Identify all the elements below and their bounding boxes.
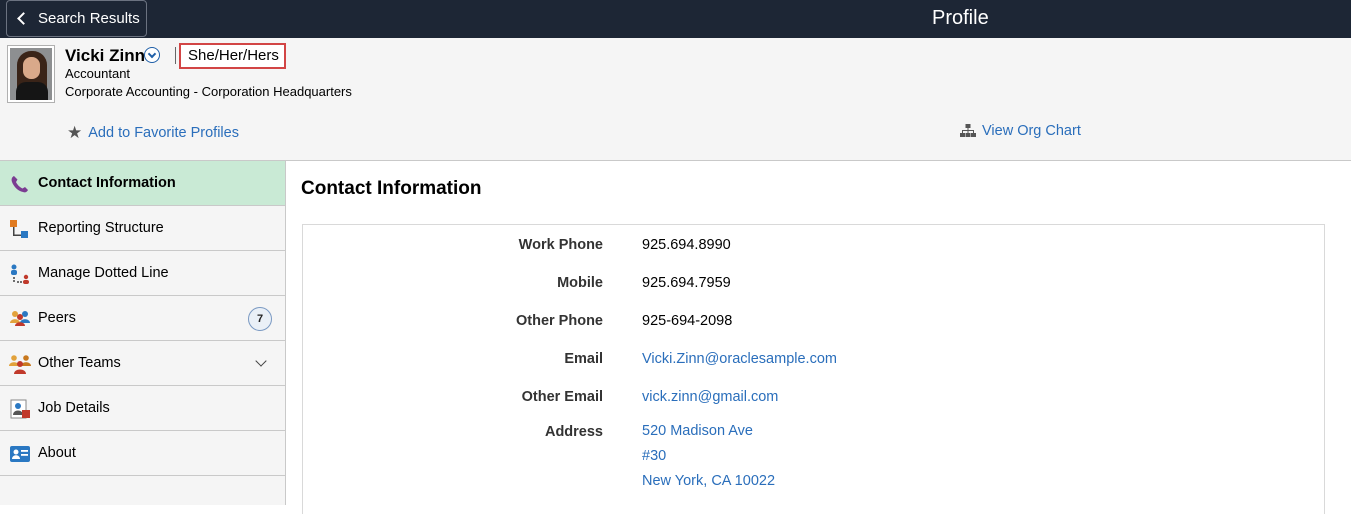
other-phone-value: 925-694-2098 xyxy=(642,313,733,329)
pronouns-label: She/Her/Hers xyxy=(179,43,286,69)
phone-icon xyxy=(11,176,28,193)
chevron-down-icon[interactable] xyxy=(144,47,160,63)
other-phone-label: Other Phone xyxy=(515,313,603,329)
profile-header: Vicki Zinn She/Her/Hers Accountant Corpo… xyxy=(0,38,1351,161)
sidebar-item-label: About xyxy=(38,445,76,461)
favorite-link-label: Add to Favorite Profiles xyxy=(88,125,239,141)
view-org-chart-link[interactable]: View Org Chart xyxy=(960,123,1081,139)
work-phone-value: 925.694.8990 xyxy=(642,237,731,253)
sidebar-item-peers[interactable]: Peers 7 xyxy=(0,296,285,341)
teams-icon xyxy=(9,355,31,374)
employee-name: Vicki Zinn xyxy=(65,46,145,65)
sidebar-item-manage-dotted-line[interactable]: Manage Dotted Line xyxy=(0,251,285,296)
divider xyxy=(175,47,176,64)
back-button-label: Search Results xyxy=(38,10,140,27)
peers-icon xyxy=(10,311,30,326)
mobile-label: Mobile xyxy=(557,275,603,291)
star-icon: ★ xyxy=(67,123,83,142)
address-label: Address xyxy=(544,424,603,440)
chevron-down-icon[interactable] xyxy=(255,355,267,367)
work-phone-label: Work Phone xyxy=(518,237,603,253)
avatar xyxy=(7,45,55,103)
sidebar-item-label: Other Teams xyxy=(38,355,121,371)
sidebar-item-label: Manage Dotted Line xyxy=(38,265,169,281)
dotted-line-icon xyxy=(11,264,29,284)
sidebar-item-contact-information[interactable]: Contact Information xyxy=(0,161,285,206)
email-label: Email xyxy=(564,351,603,367)
section-title: Contact Information xyxy=(301,178,482,199)
org-chart-link-label: View Org Chart xyxy=(982,123,1081,139)
address-line-3[interactable]: New York, CA 10022 xyxy=(642,473,775,489)
id-card-icon xyxy=(10,446,30,462)
other-email-label: Other Email xyxy=(521,389,603,405)
sidebar-item-about[interactable]: About xyxy=(0,431,285,476)
other-email-link[interactable]: vick.zinn@gmail.com xyxy=(642,389,778,405)
mobile-value: 925.694.7959 xyxy=(642,275,731,291)
chevron-left-icon xyxy=(17,12,30,25)
address-line-1[interactable]: 520 Madison Ave xyxy=(642,423,753,439)
email-link[interactable]: Vicki.Zinn@oraclesample.com xyxy=(642,351,837,367)
sidebar-nav: Contact Information Reporting Structure … xyxy=(0,161,286,505)
hierarchy-icon xyxy=(10,220,28,238)
sidebar-item-job-details[interactable]: Job Details xyxy=(0,386,285,431)
add-to-favorite-profiles-link[interactable]: ★ Add to Favorite Profiles xyxy=(67,123,239,143)
sidebar-item-label: Job Details xyxy=(38,400,110,416)
job-title: Accountant xyxy=(65,66,131,81)
page-title: Profile xyxy=(932,7,989,29)
sidebar-item-label: Reporting Structure xyxy=(38,220,164,236)
peers-count-badge: 7 xyxy=(248,307,272,331)
org-chart-icon xyxy=(960,124,976,137)
sidebar-item-label: Peers xyxy=(38,310,76,326)
top-bar: Search Results Profile xyxy=(0,0,1351,38)
contact-info-card: Work Phone 925.694.8990 Mobile 925.694.7… xyxy=(302,224,1325,514)
department: Corporate Accounting - Corporation Headq… xyxy=(65,84,352,99)
sidebar-item-label: Contact Information xyxy=(38,175,176,191)
address-line-2[interactable]: #30 xyxy=(642,448,666,464)
sidebar-item-other-teams[interactable]: Other Teams xyxy=(0,341,285,386)
sidebar-item-reporting-structure[interactable]: Reporting Structure xyxy=(0,206,285,251)
job-details-icon xyxy=(10,399,30,419)
back-to-search-results-button[interactable]: Search Results xyxy=(6,0,147,37)
